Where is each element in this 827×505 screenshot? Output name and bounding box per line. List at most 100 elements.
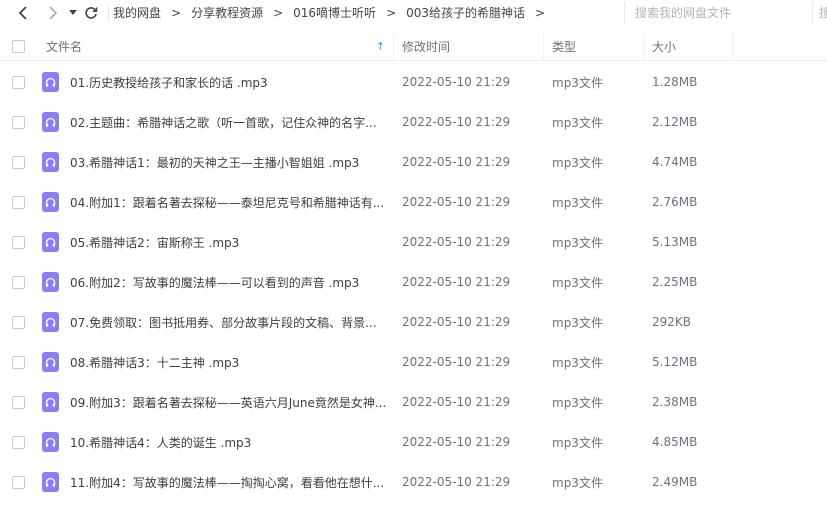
row-checkbox[interactable] xyxy=(11,155,25,169)
table-row[interactable]: 04.附加1：跟着名著去探秘——泰坦尼克号和希腊神话有... 2022-05-1… xyxy=(0,182,827,222)
row-checkbox[interactable] xyxy=(11,75,25,89)
row-select-cell xyxy=(0,222,36,262)
modified-time: 2022-05-10 21:29 xyxy=(402,275,511,289)
file-name[interactable]: 06.附加2：写故事的魔法棒——可以看到的声音 .mp3 xyxy=(70,274,359,291)
column-header-modified-time[interactable]: 修改时间 xyxy=(394,32,544,61)
search-input[interactable] xyxy=(635,5,805,20)
column-header-time-label: 修改时间 xyxy=(402,40,451,54)
file-icon-cell xyxy=(36,462,70,502)
table-row[interactable]: 10.希腊神话4：人类的诞生 .mp3 2022-05-10 21:29 mp3… xyxy=(0,422,827,462)
table-row[interactable]: 03.希腊神话1：最初的天神之王—主播小智姐姐 .mp3 2022-05-10 … xyxy=(0,142,827,182)
file-name-cell: 08.希腊神话3：十二主神 .mp3 xyxy=(70,342,394,382)
file-name[interactable]: 03.希腊神话1：最初的天神之王—主播小智姐姐 .mp3 xyxy=(70,154,359,171)
file-name[interactable]: 07.免费领取：图书抵用券、部分故事片段的文稿、背景... xyxy=(70,314,377,331)
breadcrumb-item-my-drive[interactable]: 我的网盘 xyxy=(113,4,161,21)
file-size: 2.12MB xyxy=(652,115,698,129)
chevron-left-icon xyxy=(18,5,27,20)
file-name-cell: 01.历史教授给孩子和家长的话 .mp3 xyxy=(70,62,394,102)
sort-ascending-icon: ↑ xyxy=(375,39,385,53)
file-icon-cell xyxy=(36,222,70,262)
file-icon-cell xyxy=(36,102,70,142)
column-header-type[interactable]: 类型 xyxy=(544,32,644,61)
modified-time: 2022-05-10 21:29 xyxy=(402,235,511,249)
column-header-name-label: 文件名 xyxy=(46,40,83,54)
table-row[interactable]: 11.附加4：写故事的魔法棒——掏掏心窝，看看他在想什... 2022-05-1… xyxy=(0,462,827,502)
chevron-right-icon xyxy=(49,5,58,20)
row-checkbox[interactable] xyxy=(11,115,25,129)
modified-time: 2022-05-10 21:29 xyxy=(402,315,511,329)
headphones-icon xyxy=(42,192,59,212)
row-select-cell xyxy=(0,342,36,382)
breadcrumb-item-folder-016[interactable]: 016嘀博士听听 xyxy=(293,4,376,21)
row-checkbox[interactable] xyxy=(11,195,25,209)
file-size: 2.38MB xyxy=(652,395,698,409)
modified-time: 2022-05-10 21:29 xyxy=(402,115,511,129)
row-select-cell xyxy=(0,302,36,342)
file-type: mp3文件 xyxy=(552,75,603,90)
modified-time: 2022-05-10 21:29 xyxy=(402,475,511,489)
file-type: mp3文件 xyxy=(552,115,603,130)
row-checkbox[interactable] xyxy=(11,315,25,329)
row-checkbox[interactable] xyxy=(11,235,25,249)
toolbar-divider xyxy=(108,4,109,21)
file-size: 2.76MB xyxy=(652,195,698,209)
table-row[interactable]: 01.历史教授给孩子和家长的话 .mp3 2022-05-10 21:29 mp… xyxy=(0,62,827,102)
history-dropdown-button[interactable] xyxy=(66,0,80,25)
file-name[interactable]: 11.附加4：写故事的魔法棒——掏掏心窝，看看他在想什... xyxy=(70,474,384,491)
back-button[interactable] xyxy=(10,0,36,25)
file-name[interactable]: 08.希腊神话3：十二主神 .mp3 xyxy=(70,354,239,371)
file-name-cell: 11.附加4：写故事的魔法棒——掏掏心窝，看看他在想什... xyxy=(70,462,394,502)
table-row[interactable]: 09.附加3：跟着名著去探秘——英语六月June竟然是女神... 2022-05… xyxy=(0,382,827,422)
headphones-icon xyxy=(42,472,59,492)
table-row[interactable]: 02.主题曲：希腊神话之歌（听一首歌，记住众神的名字... 2022-05-10… xyxy=(0,102,827,142)
column-header-size[interactable]: 大小 xyxy=(644,32,734,61)
file-size: 4.74MB xyxy=(652,155,698,169)
modified-time: 2022-05-10 21:29 xyxy=(402,155,511,169)
table-row[interactable]: 05.希腊神话2：宙斯称王 .mp3 2022-05-10 21:29 mp3文… xyxy=(0,222,827,262)
file-name[interactable]: 09.附加3：跟着名著去探秘——英语六月June竟然是女神... xyxy=(70,394,386,411)
modified-time: 2022-05-10 21:29 xyxy=(402,395,511,409)
file-name-cell: 06.附加2：写故事的魔法棒——可以看到的声音 .mp3 xyxy=(70,262,394,302)
file-name[interactable]: 05.希腊神话2：宙斯称王 .mp3 xyxy=(70,234,239,251)
file-name[interactable]: 10.希腊神话4：人类的诞生 .mp3 xyxy=(70,434,251,451)
headphones-icon xyxy=(42,72,59,92)
table-row[interactable]: 06.附加2：写故事的魔法棒——可以看到的声音 .mp3 2022-05-10 … xyxy=(0,262,827,302)
modified-time: 2022-05-10 21:29 xyxy=(402,75,511,89)
select-all-checkbox[interactable] xyxy=(11,40,25,53)
file-name-cell: 09.附加3：跟着名著去探秘——英语六月June竟然是女神... xyxy=(70,382,394,422)
breadcrumb-item-shared-tutorials[interactable]: 分享教程资源 xyxy=(191,4,263,21)
table-row[interactable]: 07.免费领取：图书抵用券、部分故事片段的文稿、背景... 2022-05-10… xyxy=(0,302,827,342)
refresh-button[interactable] xyxy=(80,0,102,25)
file-size: 2.49MB xyxy=(652,475,698,489)
breadcrumb-item-folder-003[interactable]: 003给孩子的希腊神话 xyxy=(406,4,525,21)
file-name[interactable]: 04.附加1：跟着名著去探秘——泰坦尼克号和希腊神话有... xyxy=(70,194,384,211)
file-size: 2.25MB xyxy=(652,275,698,289)
column-header-name[interactable]: 文件名 ↑ xyxy=(36,32,394,61)
file-type: mp3文件 xyxy=(552,235,603,250)
file-list-header: 文件名 ↑ 修改时间 类型 大小 xyxy=(0,32,827,61)
row-checkbox[interactable] xyxy=(11,395,25,409)
row-select-cell xyxy=(0,462,36,502)
select-all-cell xyxy=(0,33,36,61)
file-list: 01.历史教授给孩子和家长的话 .mp3 2022-05-10 21:29 mp… xyxy=(0,62,827,502)
file-size: 5.12MB xyxy=(652,355,698,369)
search-secondary[interactable]: 搜 xyxy=(812,2,827,23)
file-name[interactable]: 02.主题曲：希腊神话之歌（听一首歌，记住众神的名字... xyxy=(70,114,377,131)
file-icon-cell xyxy=(36,382,70,422)
row-checkbox[interactable] xyxy=(11,435,25,449)
row-checkbox[interactable] xyxy=(11,355,25,369)
file-type: mp3文件 xyxy=(552,155,603,170)
headphones-icon xyxy=(42,352,59,372)
forward-button[interactable] xyxy=(40,0,66,25)
file-type: mp3文件 xyxy=(552,315,603,330)
row-checkbox[interactable] xyxy=(11,475,25,489)
breadcrumb-separator: > xyxy=(171,5,182,20)
row-select-cell xyxy=(0,422,36,462)
headphones-icon xyxy=(42,152,59,172)
row-checkbox[interactable] xyxy=(11,275,25,289)
file-type: mp3文件 xyxy=(552,195,603,210)
modified-time: 2022-05-10 21:29 xyxy=(402,195,511,209)
table-row[interactable]: 08.希腊神话3：十二主神 .mp3 2022-05-10 21:29 mp3文… xyxy=(0,342,827,382)
file-name[interactable]: 01.历史教授给孩子和家长的话 .mp3 xyxy=(70,74,268,91)
file-icon-cell xyxy=(36,262,70,302)
